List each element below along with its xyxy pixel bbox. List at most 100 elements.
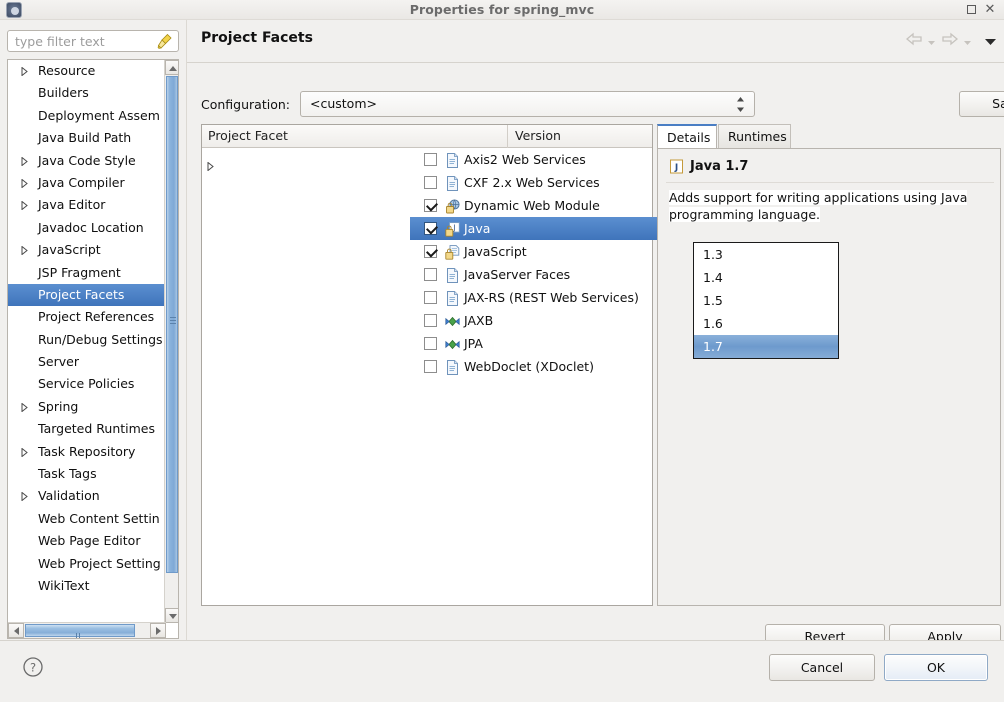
help-icon[interactable]: ? [22,656,44,678]
sidebar-item-deployment-assem[interactable]: Deployment Assem [8,105,166,127]
facet-checkbox[interactable] [424,291,437,304]
document-icon [445,290,460,306]
chevron-down-icon[interactable] [984,33,996,48]
sidebar-item-web-project-setting[interactable]: Web Project Setting [8,553,166,575]
expand-arrow-icon[interactable] [21,396,31,418]
maximize-button[interactable] [964,3,978,17]
facet-name: JPA [464,336,483,351]
expand-arrow-icon[interactable] [21,150,31,172]
table-row[interactable]: WebDoclet (XDoclet)1.2.3 [202,355,847,380]
facet-checkbox[interactable] [424,222,437,235]
table-row[interactable]: JJava1.7 [202,217,730,240]
table-row[interactable]: Axis2 Web Services [202,148,652,172]
back-history-caret-icon[interactable] [927,33,936,48]
table-row[interactable]: JavaScript [202,240,652,263]
facet-checkbox[interactable] [424,176,437,189]
sidebar-item-project-facets[interactable]: Project Facets [8,283,166,307]
sidebar-item-validation[interactable]: Validation [8,485,166,507]
sidebar-item-jsp-fragment[interactable]: JSP Fragment [8,262,166,284]
scroll-up-button[interactable] [165,60,178,75]
filter-field[interactable]: type filter text [7,30,179,52]
expand-arrow-icon[interactable] [21,485,31,507]
details-panel: Details Runtimes J Java 1.7 Adds support… [657,124,1001,606]
expand-arrow-icon[interactable] [207,155,217,172]
facet-name: Dynamic Web Module [464,198,600,213]
sidebar-item-java-build-path[interactable]: Java Build Path [8,127,166,149]
save-as-button[interactable]: Save As... [959,91,1004,117]
settings-tree: Resource Builders Deployment Assem Java Bui… [7,59,179,639]
forward-arrow-icon[interactable] [942,32,959,49]
column-header-project-facet[interactable]: Project Facet [202,125,508,148]
version-option[interactable]: 1.4 [694,266,838,289]
table-row[interactable]: JAXB [202,309,652,332]
ok-button[interactable]: OK [884,654,988,681]
properties-dialog: Properties for spring_mvc ✕ type filter … [0,0,1004,702]
tab-runtimes[interactable]: Runtimes [718,124,791,149]
expand-arrow-icon[interactable] [21,194,31,216]
version-option[interactable]: 1.7 [694,335,838,358]
version-option[interactable]: 1.6 [694,312,838,335]
sidebar-item-targeted-runtimes[interactable]: Targeted Runtimes [8,418,166,440]
sidebar-item-label: Web Page Editor [38,533,141,549]
close-icon[interactable]: ✕ [983,3,997,17]
sidebar-vertical-scrollbar[interactable] [164,60,178,623]
sidebar-item-javadoc-location[interactable]: Javadoc Location [8,217,166,239]
sidebar-item-task-repository[interactable]: Task Repository [8,441,166,463]
sidebar-item-spring[interactable]: Spring [8,396,166,418]
settings-page: Project Facets Configuration: <custom> S… [186,20,1004,650]
sidebar-item-builders[interactable]: Builders [8,82,166,104]
scroll-down-button[interactable] [165,608,178,623]
facet-name: JavaServer Faces [464,267,571,282]
version-option[interactable]: 1.5 [694,289,838,312]
column-header-version[interactable]: Version [508,125,652,148]
scroll-thumb-grip [170,317,176,324]
sidebar-item-wikitext[interactable]: WikiText [8,575,166,597]
facet-checkbox[interactable] [424,314,437,327]
expand-arrow-icon[interactable] [21,60,31,82]
back-arrow-icon[interactable] [906,32,922,49]
table-row[interactable]: Dynamic Web Module3.0 [202,194,847,219]
sidebar-item-run-debug-settings[interactable]: Run/Debug Settings [8,329,166,351]
scroll-thumb-grip [76,628,84,638]
scroll-thumb-vertical[interactable] [166,76,178,573]
version-dropdown-list[interactable]: 1.3 1.4 1.5 1.6 1.7 [693,242,839,359]
table-header: Project Facet Version [202,125,652,148]
scroll-thumb-horizontal[interactable] [25,624,135,638]
facet-checkbox[interactable] [424,268,437,281]
search-input[interactable]: type filter text [15,34,145,49]
expand-arrow-icon[interactable] [21,441,31,463]
sidebar-item-project-references[interactable]: Project References [8,306,166,328]
sidebar-item-label: WikiText [38,577,90,593]
sidebar-item-server[interactable]: Server [8,351,166,373]
sidebar-item-javascript[interactable]: JavaScript [8,239,166,261]
table-row[interactable]: CXF 2.x Web Services1.0 [202,171,730,194]
sidebar-item-java-code-style[interactable]: Java Code Style [8,150,166,172]
scroll-right-button[interactable] [150,623,166,638]
scroll-left-button[interactable] [8,623,24,638]
facet-checkbox[interactable] [424,360,437,373]
clear-filter-icon[interactable] [156,33,173,50]
sidebar-item-java-compiler[interactable]: Java Compiler [8,172,166,194]
facet-checkbox[interactable] [424,199,437,212]
cancel-button[interactable]: Cancel [769,654,875,681]
expand-arrow-icon[interactable] [21,172,31,194]
configuration-select[interactable]: <custom> [300,91,755,117]
facet-checkbox[interactable] [424,337,437,350]
expand-arrow-icon[interactable] [21,239,31,261]
table-row[interactable]: JavaServer Faces [202,263,652,286]
version-option[interactable]: 1.3 [694,243,838,266]
table-row[interactable]: JAX-RS (REST Web Services) [202,286,652,309]
sidebar-item-web-page-editor[interactable]: Web Page Editor [8,530,166,552]
forward-history-caret-icon[interactable] [963,33,972,48]
tab-details[interactable]: Details [657,124,717,149]
sidebar-item-label: Javadoc Location [38,219,144,235]
facet-checkbox[interactable] [424,153,437,166]
sidebar-horizontal-scrollbar[interactable] [8,622,166,638]
table-row[interactable]: JPA [202,332,652,355]
sidebar-item-service-policies[interactable]: Service Policies [8,373,166,395]
sidebar-item-java-editor[interactable]: Java Editor [8,194,166,216]
sidebar-item-web-content-settin[interactable]: Web Content Settin [8,508,166,530]
sidebar-item-task-tags[interactable]: Task Tags [8,463,166,485]
sidebar-item-resource[interactable]: Resource [8,60,166,82]
facet-checkbox[interactable] [424,245,437,258]
